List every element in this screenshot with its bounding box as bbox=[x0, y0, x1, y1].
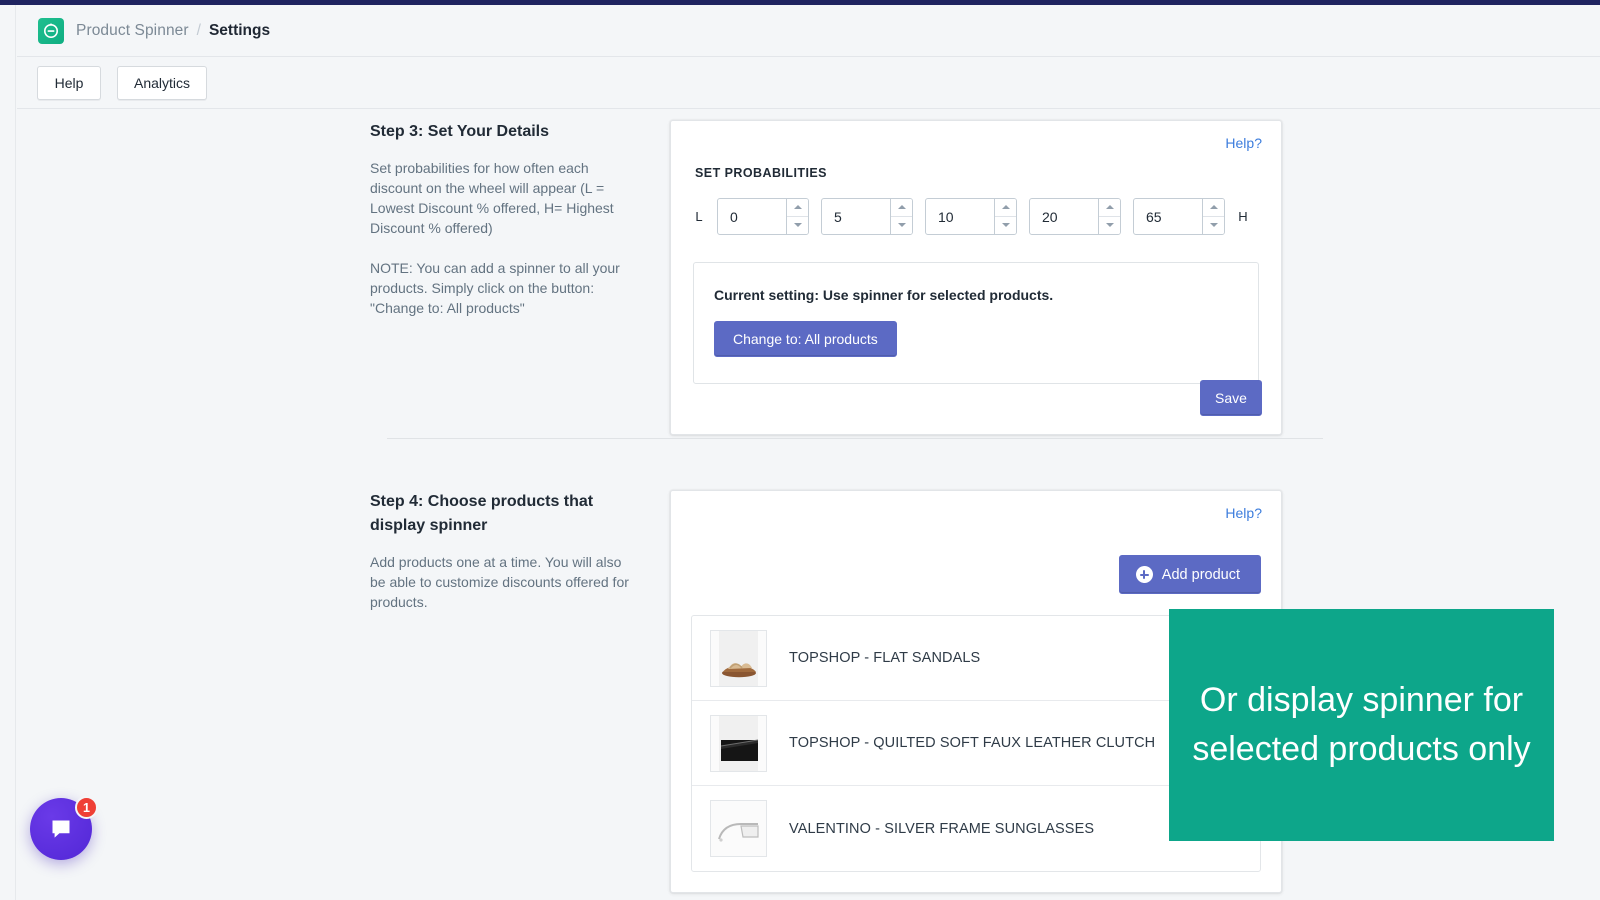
sunglasses-thumbnail bbox=[710, 800, 767, 857]
step4-help-link[interactable]: Help? bbox=[1225, 505, 1262, 521]
breadcrumb: Product Spinner / Settings bbox=[76, 22, 270, 40]
breadcrumb-app-name[interactable]: Product Spinner bbox=[76, 22, 189, 40]
probability-input-4[interactable] bbox=[1030, 199, 1098, 234]
step4-description-1: Add products one at a time. You will als… bbox=[370, 554, 629, 610]
lowest-discount-label: L bbox=[695, 209, 703, 224]
sandal-thumbnail bbox=[710, 629, 767, 687]
help-button[interactable]: Help bbox=[37, 65, 101, 100]
probability-input-2[interactable] bbox=[822, 199, 890, 234]
step3-description-2: NOTE: You can add a spinner to all your … bbox=[370, 260, 620, 316]
stepper-down-icon-1[interactable] bbox=[787, 216, 808, 234]
probability-stepper-1[interactable] bbox=[717, 198, 809, 235]
stepper-down-icon-2[interactable] bbox=[891, 216, 912, 234]
probability-input-1[interactable] bbox=[718, 199, 786, 234]
stepper-controls-4 bbox=[1098, 199, 1120, 234]
probability-stepper-5[interactable] bbox=[1133, 198, 1225, 235]
chat-widget[interactable]: 1 bbox=[30, 796, 98, 862]
stepper-up-icon-4[interactable] bbox=[1099, 199, 1120, 217]
probability-stepper-4[interactable] bbox=[1029, 198, 1121, 235]
section-step4: Step 4: Choose products that display spi… bbox=[370, 490, 1282, 893]
stepper-controls-3 bbox=[994, 199, 1016, 234]
stepper-down-icon-4[interactable] bbox=[1099, 216, 1120, 234]
probability-input-5[interactable] bbox=[1134, 199, 1202, 234]
stepper-controls-2 bbox=[890, 199, 912, 234]
app-header: Product Spinner / Settings bbox=[17, 5, 1600, 57]
stepper-up-icon-2[interactable] bbox=[891, 199, 912, 217]
change-to-all-products-button[interactable]: Change to: All products bbox=[714, 321, 897, 357]
stepper-up-icon-3[interactable] bbox=[995, 199, 1016, 217]
spinner-logo-icon bbox=[38, 17, 64, 44]
add-product-bar: Add product bbox=[691, 531, 1261, 594]
page-title: Settings bbox=[208, 21, 271, 39]
add-product-label: Add product bbox=[1161, 566, 1240, 583]
current-setting-text: Current setting: Use spinner for selecte… bbox=[714, 287, 1054, 303]
plus-circle-icon bbox=[1135, 566, 1153, 583]
probability-input-3[interactable] bbox=[926, 199, 994, 234]
callout-overlay: Or display spinner for selected products… bbox=[1169, 609, 1554, 841]
step4-annotation: Step 4: Choose products that display spi… bbox=[370, 490, 670, 893]
app-root: Product Spinner / Settings Help Analytic… bbox=[0, 0, 1600, 900]
save-button-wrap: Save bbox=[1200, 380, 1262, 416]
stepper-controls-5 bbox=[1202, 199, 1224, 234]
probability-row: L 0 5 10 20 65 H bbox=[691, 198, 1261, 235]
step3-card: Help? SET PROBABILITIES L 0 5 10 20 65 H… bbox=[670, 120, 1282, 435]
stepper-up-icon-5[interactable] bbox=[1203, 199, 1224, 217]
add-product-button[interactable]: Add product bbox=[1118, 555, 1261, 594]
step3-title: Step 3: Set Your Details bbox=[370, 123, 550, 140]
stepper-down-icon-5[interactable] bbox=[1203, 216, 1224, 234]
stepper-controls-1 bbox=[786, 199, 808, 234]
step4-title: Step 4: Choose products that display spi… bbox=[370, 493, 594, 534]
current-setting-box: Current setting: Use spinner for selecte… bbox=[693, 262, 1259, 384]
step3-description-1: Set probabilities for how often each dis… bbox=[370, 160, 614, 236]
stepper-up-icon-1[interactable] bbox=[787, 199, 808, 217]
product-name: TOPSHOP - FLAT SANDALS bbox=[789, 650, 981, 666]
action-bar: Help Analytics bbox=[17, 57, 1600, 109]
stepper-down-icon-3[interactable] bbox=[995, 216, 1016, 234]
highest-discount-label: H bbox=[1238, 209, 1248, 224]
clutch-thumbnail bbox=[710, 714, 767, 772]
chat-unread-badge: 1 bbox=[75, 796, 98, 819]
step3-annotation: Step 3: Set Your Details Set probabiliti… bbox=[370, 120, 670, 435]
product-name: TOPSHOP - QUILTED SOFT FAUX LEATHER CLUT… bbox=[789, 735, 1156, 751]
section-step3: Step 3: Set Your Details Set probabiliti… bbox=[370, 120, 1282, 435]
callout-text: Or display spinner for selected products… bbox=[1192, 681, 1531, 768]
step3-help-link[interactable]: Help? bbox=[1225, 135, 1262, 151]
set-probabilities-label: SET PROBABILITIES bbox=[695, 166, 827, 180]
breadcrumb-separator: / bbox=[196, 21, 201, 39]
analytics-button[interactable]: Analytics bbox=[117, 65, 208, 100]
probability-stepper-3[interactable] bbox=[925, 198, 1017, 235]
probability-stepper-2[interactable] bbox=[821, 198, 913, 235]
save-button[interactable]: Save bbox=[1200, 380, 1262, 416]
product-name: VALENTINO - SILVER FRAME SUNGLASSES bbox=[789, 820, 1095, 837]
left-frame-gutter bbox=[0, 5, 16, 900]
section-divider bbox=[387, 438, 1323, 439]
